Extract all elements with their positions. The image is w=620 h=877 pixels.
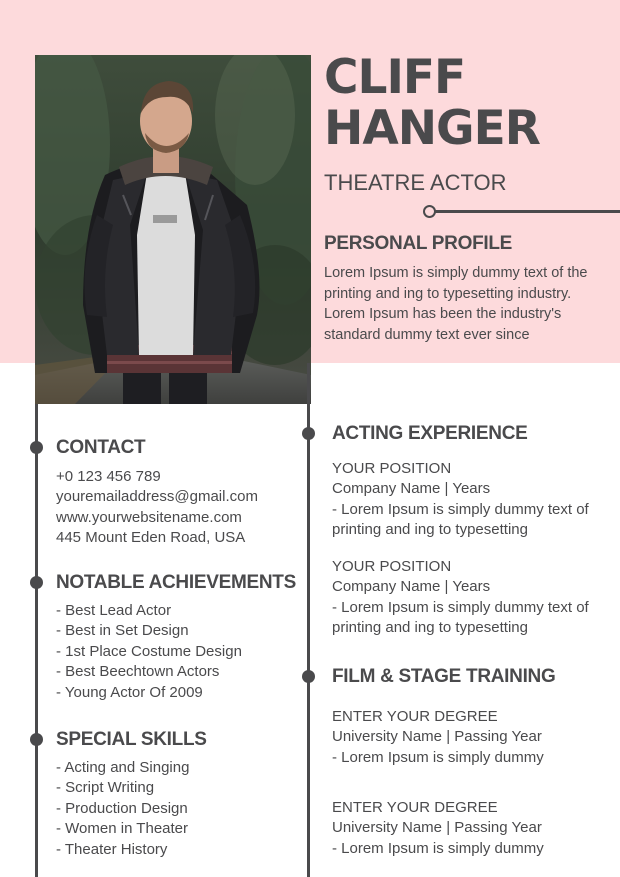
- training-entry: ENTER YOUR DEGREE University Name | Pass…: [332, 798, 544, 859]
- experience-entry: YOUR POSITION Company Name | Years - Lor…: [332, 557, 589, 639]
- list-item: - Young Actor Of 2009: [56, 683, 203, 701]
- degree-title: ENTER YOUR DEGREE: [332, 708, 498, 725]
- contact-bullet: [30, 441, 43, 454]
- personal-profile-heading: PERSONAL PROFILE: [324, 233, 513, 254]
- list-item: - Script Writing: [56, 779, 155, 797]
- experience-description: printing and ing to typesetting: [332, 619, 528, 637]
- profile-line: standard dummy text ever since: [324, 326, 530, 343]
- personal-profile-text: Lorem Ipsum is simply dummy text of the …: [324, 263, 616, 345]
- skills-list: - Acting and Singing - Script Writing - …: [56, 758, 189, 860]
- position-title: YOUR POSITION: [332, 558, 452, 575]
- achievements-bullet: [30, 576, 43, 589]
- phone-number: +0 123 456 789: [56, 468, 161, 485]
- training-entry: ENTER YOUR DEGREE University Name | Pass…: [332, 707, 544, 768]
- school-year: University Name | Passing Year: [332, 819, 542, 837]
- skills-bullet: [30, 733, 43, 746]
- contact-heading: CONTACT: [56, 437, 146, 458]
- list-item: - Best in Set Design: [56, 622, 189, 640]
- profile-line: Lorem Ipsum is simply dummy text of the: [324, 265, 588, 281]
- first-name: CLIFF: [324, 50, 466, 105]
- training-bullet: [302, 670, 315, 683]
- training-heading: FILM & STAGE TRAINING: [332, 666, 556, 687]
- experience-bullet: [302, 427, 315, 440]
- profile-line: printing and ing to typesetting industry…: [324, 285, 572, 302]
- company-years: Company Name | Years: [332, 480, 491, 498]
- profile-line: Lorem Ipsum has been the industry's: [324, 306, 562, 322]
- list-item: - Best Lead Actor: [56, 602, 172, 619]
- postal-address: 445 Mount Eden Road, USA: [56, 529, 246, 547]
- position-title: YOUR POSITION: [332, 460, 452, 477]
- list-item: - Acting and Singing: [56, 759, 190, 776]
- job-title: THEATRE ACTOR: [324, 170, 507, 195]
- contact-details: +0 123 456 789 youremailaddress@gmail.co…: [56, 467, 258, 549]
- last-name: HANGER: [324, 101, 541, 156]
- candidate-name: CLIFF HANGER: [324, 52, 614, 154]
- profile-photo: [35, 55, 311, 404]
- training-description: - Lorem Ipsum is simply dummy: [332, 839, 544, 857]
- header-connector-line: [432, 210, 620, 213]
- right-timeline-rule: [307, 363, 310, 877]
- experience-heading: ACTING EXPERIENCE: [332, 423, 528, 444]
- achievements-list: - Best Lead Actor - Best in Set Design -…: [56, 601, 242, 703]
- achievements-heading: NOTABLE ACHIEVEMENTS: [56, 572, 296, 593]
- left-timeline-rule: [35, 404, 38, 877]
- degree-title: ENTER YOUR DEGREE: [332, 799, 498, 816]
- skills-heading: SPECIAL SKILLS: [56, 729, 207, 750]
- experience-description: - Lorem Ipsum is simply dummy text of: [332, 500, 589, 518]
- list-item: - 1st Place Costume Design: [56, 642, 242, 660]
- list-item: - Production Design: [56, 799, 188, 817]
- school-year: University Name | Passing Year: [332, 728, 542, 746]
- company-years: Company Name | Years: [332, 578, 491, 596]
- training-description: - Lorem Ipsum is simply dummy: [332, 748, 544, 766]
- list-item: - Women in Theater: [56, 820, 189, 838]
- list-item: - Theater History: [56, 840, 168, 858]
- experience-description: printing and ing to typesetting: [332, 521, 528, 539]
- header-connector-dot: [423, 205, 436, 218]
- experience-entry: YOUR POSITION Company Name | Years - Lor…: [332, 459, 589, 541]
- list-item: - Best Beechtown Actors: [56, 663, 220, 681]
- website-url: www.yourwebsitename.com: [56, 508, 242, 526]
- experience-description: - Lorem Ipsum is simply dummy text of: [332, 598, 589, 616]
- email-address: youremailaddress@gmail.com: [56, 488, 258, 506]
